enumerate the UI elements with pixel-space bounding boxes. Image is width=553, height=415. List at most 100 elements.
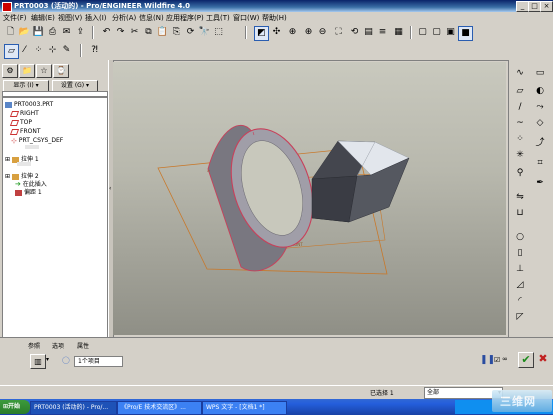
print-icon[interactable]: ⎙	[46, 26, 59, 39]
preview-checkbox-icon[interactable]: ☑	[494, 356, 500, 364]
offset-type-icon[interactable]: ▥	[30, 354, 46, 369]
tree-item-front[interactable]: FRONT	[9, 128, 41, 135]
rib-tool-icon[interactable]: ⊥	[513, 262, 527, 276]
open-file-icon[interactable]: 📂	[18, 26, 31, 39]
datum-axis-tool-icon[interactable]: /	[513, 100, 527, 114]
zoom-in-icon[interactable]: ⊕	[302, 26, 315, 39]
tree-item-part[interactable]: PRT0003.PRT	[5, 101, 53, 108]
sweep-tool-icon[interactable]: ⤳	[533, 100, 547, 114]
menu-tools[interactable]: 工具(T)	[206, 13, 230, 23]
layers-icon[interactable]: ≡	[376, 26, 389, 39]
datum-point-display-icon[interactable]: ⁘	[32, 44, 45, 57]
graphics-window[interactable]: TOP FRONT ▱	[113, 62, 506, 335]
paste-icon[interactable]: 📋	[156, 26, 169, 39]
orient-mode-icon[interactable]: ⊕	[286, 26, 299, 39]
saved-views-icon[interactable]: ▤	[362, 26, 375, 39]
favorites-tab-icon[interactable]: ☆	[36, 64, 52, 78]
round-tool-icon[interactable]: ◜	[513, 294, 527, 308]
merge-tool-icon[interactable]: ⊔	[513, 206, 527, 220]
tree-item-right[interactable]: RIGHT	[9, 110, 39, 117]
variable-sweep-icon[interactable]: ⤴	[533, 136, 547, 150]
taskbar-item-proe[interactable]: PRT0003 (活动的) - Pro/...	[30, 401, 117, 415]
annotation-display-icon[interactable]: ✎	[60, 44, 73, 57]
cut-icon[interactable]: ✂	[128, 26, 141, 39]
csys-tool-icon[interactable]: ✳	[513, 148, 527, 162]
view-manager-icon[interactable]: ▦	[392, 26, 405, 39]
redo-icon[interactable]: ↷	[114, 26, 127, 39]
datum-plane-display-icon[interactable]: ▱	[4, 44, 19, 59]
csys-icon: ⊹	[11, 136, 17, 145]
sketch-icon[interactable]: ∿	[513, 66, 527, 80]
new-file-icon[interactable]: 🗋	[4, 26, 17, 39]
menu-help[interactable]: 帮助(H)	[262, 13, 287, 23]
expand-icon[interactable]: ⊞	[5, 156, 10, 163]
zoom-out-icon[interactable]: ⊖	[316, 26, 329, 39]
hidden-line-icon[interactable]: ▢	[430, 26, 443, 39]
shell-tool-icon[interactable]: ▯	[513, 246, 527, 260]
no-hidden-icon[interactable]: ▣	[444, 26, 457, 39]
expand-icon[interactable]: ⊞	[5, 173, 10, 180]
undo-icon[interactable]: ↶	[100, 26, 113, 39]
wireframe-icon[interactable]: ▢	[416, 26, 429, 39]
analysis-tool-icon[interactable]: ⚲	[513, 166, 527, 180]
menu-insert[interactable]: 插入(I)	[85, 13, 107, 23]
menu-applications[interactable]: 应用程序(P)	[166, 13, 204, 23]
menu-file[interactable]: 文件(F)	[3, 13, 27, 23]
datum-point-tool-icon[interactable]: ⁘	[513, 132, 527, 146]
datum-axis-display-icon[interactable]: ⁄	[18, 44, 31, 57]
tree-item-top[interactable]: TOP	[9, 119, 32, 126]
tab-references[interactable]: 参照	[28, 341, 40, 350]
selected-count: 已选择 1	[370, 390, 394, 397]
taskbar-item-wps[interactable]: WPS 文字 - [文档1 *]	[202, 401, 287, 415]
reorient-icon[interactable]: ⟲	[348, 26, 361, 39]
copy-icon[interactable]: ⧉	[142, 26, 155, 39]
extrude-tool-icon[interactable]: ▭	[533, 66, 547, 80]
regenerate-icon[interactable]: ⟳	[184, 26, 197, 39]
paste-special-icon[interactable]: ⎘	[170, 26, 183, 39]
tab-properties[interactable]: 属性	[77, 341, 89, 350]
csys-display-icon[interactable]: ⊹	[46, 44, 59, 57]
context-help-icon[interactable]: ⁈	[88, 44, 101, 57]
menu-edit[interactable]: 编辑(E)	[31, 13, 55, 23]
revolve-tool-icon[interactable]: ◐	[533, 84, 547, 98]
chamfer-tool-icon[interactable]: ◸	[513, 310, 527, 324]
tree-item-offset-1[interactable]: 偏距 1	[15, 187, 42, 196]
refit-icon[interactable]: ⛶	[332, 26, 345, 39]
datum-plane-tool-icon[interactable]: ▱	[513, 84, 527, 98]
accept-icon[interactable]: ✔	[518, 352, 534, 368]
send-icon[interactable]: ⇪	[74, 26, 87, 39]
dropdown-arrow-icon[interactable]: ▾	[46, 356, 49, 363]
email-icon[interactable]: ✉	[60, 26, 73, 39]
tree-item-csys[interactable]: ⊹ PRT_CSYS_DEF	[11, 137, 63, 144]
select-box-icon[interactable]: ⬚	[212, 26, 225, 39]
menu-analysis[interactable]: 分析(A)	[112, 13, 136, 23]
style-tool-icon[interactable]: ✒	[533, 176, 547, 190]
shading-icon[interactable]: ■	[458, 26, 473, 41]
menu-window[interactable]: 窗口(W)	[233, 13, 259, 23]
blend-tool-icon[interactable]: ◇	[533, 116, 547, 130]
taskbar-item-forum[interactable]: 《Pro/E 技术交流区》...	[117, 401, 202, 415]
history-tab-icon[interactable]: ⌚	[53, 64, 69, 78]
glasses-icon[interactable]: ∞	[502, 355, 508, 363]
cube-side-face[interactable]	[311, 175, 358, 223]
cancel-icon[interactable]: ✖	[536, 352, 550, 366]
save-icon[interactable]: 💾	[32, 26, 45, 39]
folder-browser-tab-icon[interactable]: 📁	[19, 64, 35, 78]
reference-collector[interactable]: 1个项目	[74, 356, 123, 367]
draft-tool-icon[interactable]: ◿	[513, 278, 527, 292]
find-icon[interactable]: 🔭	[198, 26, 211, 39]
menu-view[interactable]: 视图(V)	[58, 13, 82, 23]
datum-curve-tool-icon[interactable]: ~	[513, 116, 527, 130]
menu-info[interactable]: 信息(N)	[139, 13, 164, 23]
tab-options[interactable]: 选项	[52, 341, 64, 350]
model-tree-tab-icon[interactable]: ⚙	[2, 64, 18, 78]
start-button[interactable]: ⊞开始	[0, 400, 30, 414]
mirror-tool-icon[interactable]: ⇋	[513, 190, 527, 204]
boundary-blend-icon[interactable]: ⌗	[533, 156, 547, 170]
repaint-icon[interactable]: ◩	[254, 26, 269, 41]
collapse-arrow-icon[interactable]: ‹	[109, 185, 111, 192]
close-button[interactable]: ×	[540, 1, 553, 12]
hole-tool-icon[interactable]: ○	[513, 230, 527, 244]
spin-center-icon[interactable]: ✣	[270, 26, 283, 39]
pause-icon[interactable]: ❚❚	[480, 355, 495, 365]
